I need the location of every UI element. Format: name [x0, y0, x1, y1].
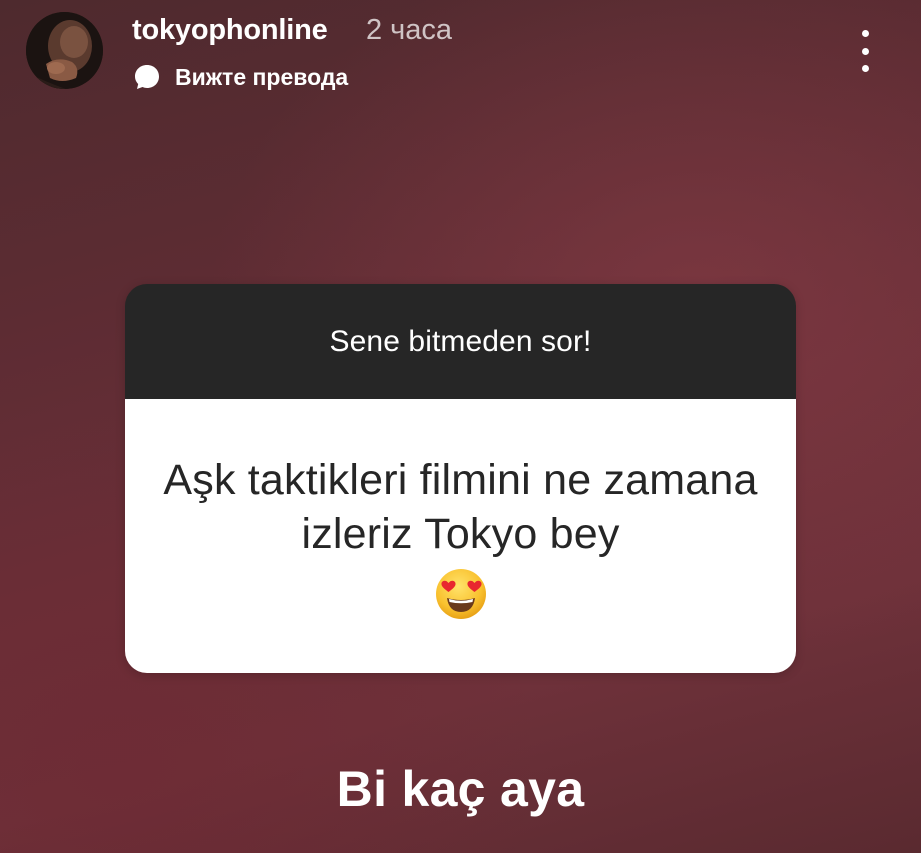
- question-text: Aşk taktikleri filmini ne zamana izleriz…: [163, 456, 758, 558]
- see-translation-link[interactable]: Вижте превода: [132, 62, 348, 92]
- see-translation-label: Вижте превода: [175, 63, 349, 90]
- speech-bubble-icon: [135, 65, 159, 89]
- avatar-photo: [26, 12, 103, 89]
- question-prompt: Sene bitmeden sor!: [329, 324, 592, 358]
- question-sticker[interactable]: Sene bitmeden sor! Aşk taktikleri filmin…: [125, 284, 796, 673]
- more-options-button[interactable]: [850, 30, 880, 72]
- question-sticker-body: Aşk taktikleri filmini ne zamana izleriz…: [125, 399, 796, 673]
- avatar[interactable]: [26, 12, 103, 89]
- answer-text: Bi kaç aya: [336, 761, 585, 817]
- question-sticker-header: Sene bitmeden sor!: [125, 284, 796, 399]
- more-vertical-icon-dot: [861, 30, 869, 37]
- username[interactable]: tokyophonline: [132, 14, 328, 47]
- more-vertical-icon-dot: [861, 65, 869, 72]
- more-vertical-icon-dot: [861, 47, 869, 55]
- heart-eyes-emoji-icon: [435, 569, 486, 619]
- story-viewer: tokyophonline 2 часа Вижте превода Sene …: [0, 0, 921, 853]
- post-time: 2 часа: [366, 14, 453, 46]
